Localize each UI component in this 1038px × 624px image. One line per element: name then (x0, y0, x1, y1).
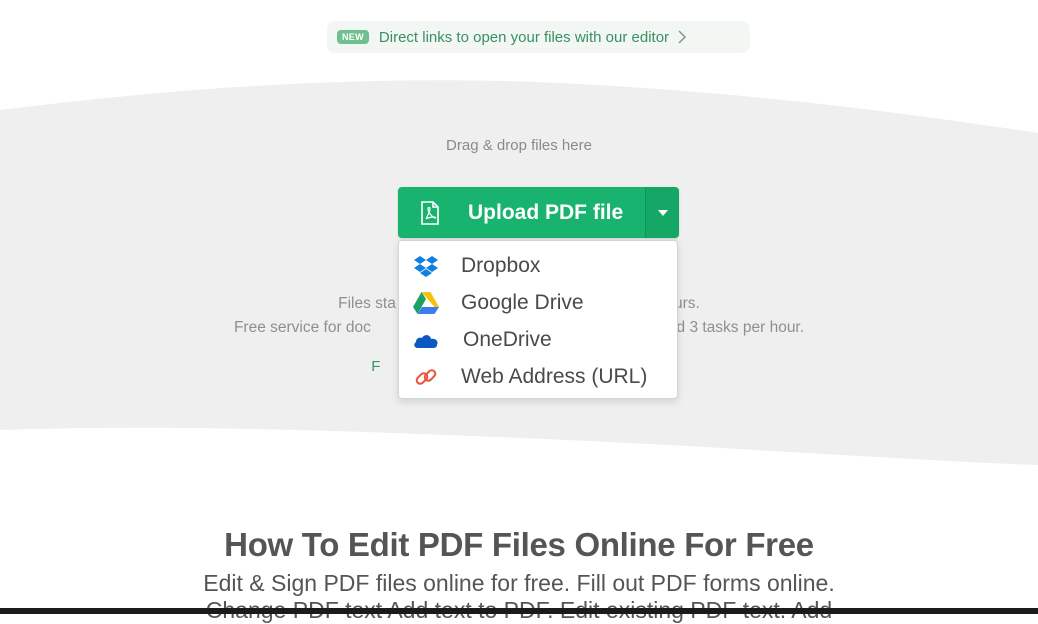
menu-item-label: OneDrive (463, 327, 552, 351)
page-subtitle: Edit & Sign PDF files online for free. F… (203, 570, 835, 623)
chevron-right-icon (678, 30, 687, 44)
menu-item-dropbox[interactable]: Dropbox (399, 247, 677, 284)
link-icon (413, 365, 439, 389)
menu-item-label: Dropbox (461, 253, 541, 277)
pdf-file-icon (421, 200, 439, 225)
drag-drop-hint: Drag & drop files here (446, 137, 592, 154)
onedrive-icon (413, 328, 439, 352)
menu-item-label: Web Address (URL) (461, 364, 648, 388)
new-badge: NEW (337, 30, 369, 44)
upload-source-menu: Dropbox Google Drive OneDrive Web Addres… (398, 240, 678, 399)
menu-item-label: Google Drive (461, 290, 584, 314)
upload-button-group: Upload PDF file (398, 187, 679, 238)
menu-item-google-drive[interactable]: Google Drive (399, 284, 677, 321)
google-drive-icon (413, 291, 439, 315)
dropbox-icon (413, 254, 439, 278)
page-title: How To Edit PDF Files Online For Free (224, 526, 814, 563)
menu-item-url[interactable]: Web Address (URL) (399, 358, 677, 395)
caret-down-icon (657, 209, 668, 216)
upload-options-toggle[interactable] (645, 187, 679, 238)
announcement-banner[interactable]: NEW Direct links to open your files with… (327, 21, 750, 53)
banner-text[interactable]: Direct links to open your files with our… (379, 29, 669, 46)
upload-button-label: Upload PDF file (468, 200, 624, 224)
upload-pdf-button[interactable]: Upload PDF file (398, 187, 645, 238)
bottom-bar (0, 608, 1038, 614)
menu-item-onedrive[interactable]: OneDrive (399, 321, 677, 358)
